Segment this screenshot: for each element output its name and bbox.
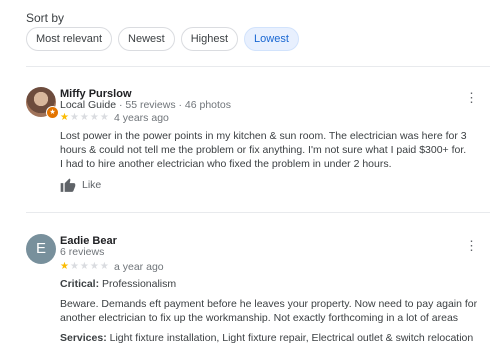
more-options-icon[interactable]: ⋮ [465, 239, 478, 252]
sort-chip-lowest[interactable]: Lowest [244, 27, 299, 51]
services-row: Services: Light fixture installation, Li… [60, 332, 473, 344]
review-time: 4 years ago [114, 112, 169, 124]
sort-chips: Most relevant Newest Highest Lowest [26, 27, 299, 51]
services-value: Light fixture installation, Light fixtur… [106, 332, 474, 344]
review-text: Beware. Demands eft payment before he le… [60, 298, 478, 324]
more-options-icon[interactable]: ⋮ [465, 91, 478, 104]
like-button[interactable]: Like [60, 177, 101, 192]
avatar[interactable]: E [26, 234, 56, 264]
review-text: Lost power in the power points in my kit… [60, 129, 485, 171]
divider [26, 212, 490, 213]
local-guide-badge-icon: ★ [46, 106, 59, 119]
star-rating: ★★★★★ [60, 261, 110, 272]
author-stats: 6 reviews [60, 246, 105, 258]
thumbs-up-icon [60, 178, 76, 192]
star-icon: ★ [60, 112, 70, 123]
author-stats: · 55 reviews · 46 photos [116, 99, 232, 111]
critical-label: Critical: [60, 278, 100, 290]
critical-row: Critical: Professionalism [60, 278, 176, 290]
like-label: Like [82, 178, 102, 191]
sort-chip-newest[interactable]: Newest [118, 27, 175, 51]
critical-value: Professionalism [99, 278, 177, 290]
divider [26, 66, 490, 67]
review-text-line: Lost power in the power points in my kit… [60, 130, 467, 156]
sort-label: Sort by [26, 11, 65, 25]
star-rating: ★★★★★ [60, 112, 110, 123]
sort-chip-highest[interactable]: Highest [180, 27, 239, 51]
star-icon: ★ [60, 261, 70, 272]
review-author-meta: Local Guide · 55 reviews · 46 photos [60, 99, 231, 111]
sort-chip-most-relevant[interactable]: Most relevant [26, 27, 113, 51]
star-icon: ★★★★ [69, 261, 110, 272]
review-text-line: I had to hire another electrician who fi… [60, 158, 392, 170]
services-label: Services: [60, 332, 107, 344]
local-guide-label: Local Guide [60, 99, 117, 111]
review-time: a year ago [114, 261, 164, 273]
star-icon: ★★★★ [69, 112, 110, 123]
